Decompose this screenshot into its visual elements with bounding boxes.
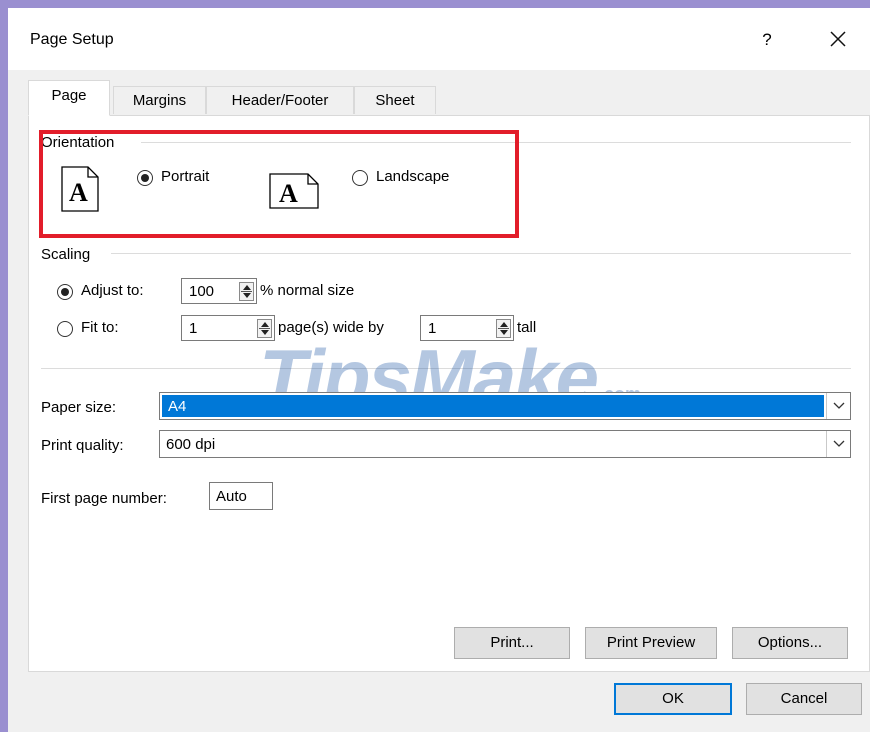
- adjust-to-label[interactable]: Adjust to:: [81, 282, 144, 299]
- help-button[interactable]: ?: [753, 26, 781, 54]
- spin-arrows-icon[interactable]: [239, 282, 254, 301]
- tab-page[interactable]: Page: [28, 80, 110, 116]
- close-icon: [830, 31, 846, 47]
- print-button[interactable]: Print...: [454, 627, 570, 659]
- fit-tall-stepper[interactable]: 1: [420, 315, 514, 341]
- print-quality-label: Print quality:: [41, 437, 124, 454]
- print-quality-value: 600 dpi: [166, 436, 216, 453]
- fit-wide-stepper[interactable]: 1: [181, 315, 275, 341]
- title-bar: Page Setup ?: [8, 8, 870, 70]
- chevron-down-icon[interactable]: [826, 393, 850, 419]
- page-setup-dialog: Page Setup ? Page Margins Header/Footer …: [8, 8, 870, 732]
- adjust-to-value: 100: [189, 283, 215, 300]
- cancel-button[interactable]: Cancel: [746, 683, 862, 715]
- dialog-title: Page Setup: [30, 31, 114, 48]
- spin-arrows-icon[interactable]: [257, 319, 272, 338]
- page-tab-panel: Orientation A Portrait A Landscape Scali…: [28, 115, 870, 672]
- first-page-number-input[interactable]: Auto: [209, 482, 273, 510]
- scaling-divider: [111, 253, 851, 254]
- orientation-highlight-box: [39, 130, 519, 238]
- paper-size-select[interactable]: A4: [159, 392, 851, 420]
- adjust-to-radio[interactable]: [57, 284, 73, 300]
- fit-tall-suffix: tall: [517, 319, 537, 336]
- first-page-number-value: Auto: [216, 488, 247, 505]
- window-frame-top: [0, 0, 870, 8]
- fit-wide-suffix: page(s) wide by: [278, 319, 384, 336]
- spin-arrows-icon[interactable]: [496, 319, 511, 338]
- print-preview-button[interactable]: Print Preview: [585, 627, 717, 659]
- first-page-number-label: First page number:: [41, 490, 167, 507]
- close-button[interactable]: [820, 24, 856, 56]
- adjust-to-stepper[interactable]: 100: [181, 278, 257, 304]
- fit-tall-value: 1: [428, 320, 437, 337]
- fit-to-label[interactable]: Fit to:: [81, 319, 119, 336]
- chevron-down-icon[interactable]: [826, 431, 850, 457]
- options-button[interactable]: Options...: [732, 627, 848, 659]
- paper-size-selection: [162, 395, 824, 417]
- fit-wide-value: 1: [189, 320, 198, 337]
- fit-to-radio[interactable]: [57, 321, 73, 337]
- tab-sheet[interactable]: Sheet: [354, 86, 436, 114]
- tab-margins[interactable]: Margins: [113, 86, 206, 114]
- scaling-bottom-divider: [41, 368, 851, 369]
- scaling-group-label: Scaling: [41, 246, 95, 263]
- adjust-to-suffix: % normal size: [260, 282, 355, 299]
- print-quality-select[interactable]: 600 dpi: [159, 430, 851, 458]
- paper-size-value: A4: [168, 398, 187, 415]
- paper-size-label: Paper size:: [41, 399, 117, 416]
- window-frame-left: [0, 0, 8, 732]
- tab-header-footer[interactable]: Header/Footer: [206, 86, 354, 114]
- ok-button[interactable]: OK: [614, 683, 732, 715]
